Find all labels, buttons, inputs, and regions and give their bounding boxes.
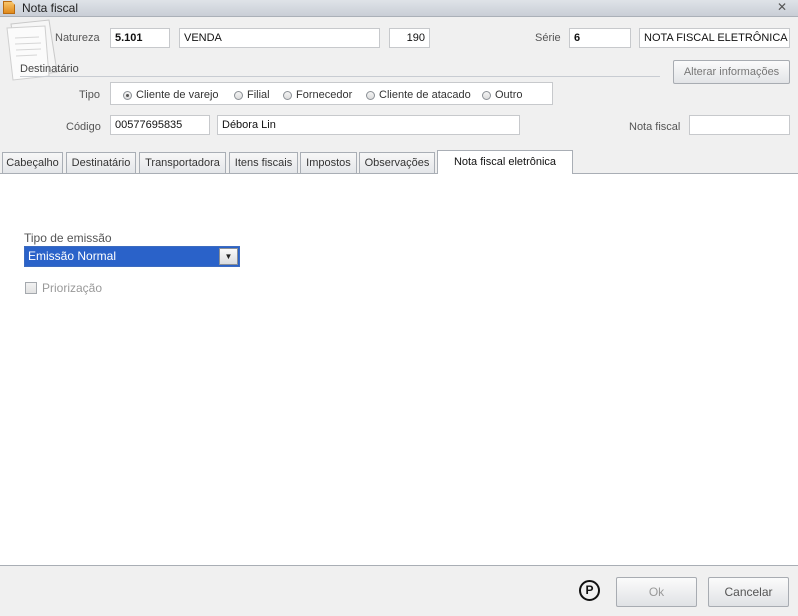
tab-label: Observações (364, 157, 430, 169)
tab-itens-fiscais[interactable]: Itens fiscais (229, 152, 298, 173)
radio-label: Outro (495, 89, 523, 101)
radio-icon (366, 90, 375, 100)
natureza-code-field[interactable]: 5.101 (110, 28, 170, 48)
cancel-label: Cancelar (724, 585, 773, 599)
tipo-radio-group: Cliente de varejo Filial Fornecedor Clie… (110, 82, 553, 105)
chevron-down-icon[interactable]: ▼ (219, 248, 238, 265)
p-badge-icon: P (579, 580, 600, 601)
tab-label: Nota fiscal eletrônica (453, 156, 557, 168)
tab-destinatario[interactable]: Destinatário (66, 152, 136, 173)
title-bar (0, 0, 798, 17)
serie-description-field[interactable]: NOTA FISCAL ELETRÔNICA (639, 28, 790, 48)
tab-observacoes[interactable]: Observações (359, 152, 435, 173)
destinatario-name-field[interactable]: Débora Lin (217, 115, 520, 135)
nota-fiscal-label: Nota fiscal (629, 121, 681, 133)
tab-nota-fiscal-eletronica[interactable]: Nota fiscal eletrônica (437, 150, 573, 174)
tab-cabecalho[interactable]: Cabeçalho (2, 152, 63, 173)
radio-fornecedor[interactable]: Fornecedor (283, 89, 352, 101)
codigo-field[interactable]: 00577695835 (110, 115, 210, 135)
section-divider (20, 76, 660, 77)
radio-label: Fornecedor (296, 89, 353, 101)
radio-cliente-atacado[interactable]: Cliente de atacado (366, 89, 471, 101)
window-title: Nota fiscal (22, 1, 79, 15)
tab-label: Impostos (306, 157, 351, 169)
ok-label: Ok (648, 585, 665, 599)
close-button[interactable]: ✕ (768, 0, 796, 15)
alterar-informacoes-label: Alterar informações (683, 66, 780, 78)
radio-icon (283, 90, 292, 100)
tab-label: Transportadora (145, 157, 220, 169)
radio-icon (482, 90, 491, 100)
natureza-number-field[interactable]: 190 (389, 28, 430, 48)
radio-label: Cliente de varejo (136, 89, 219, 101)
serie-number-field[interactable]: 6 (569, 28, 631, 48)
tab-content-panel (0, 173, 798, 566)
tab-impostos[interactable]: Impostos (300, 152, 357, 173)
radio-checked-icon (123, 90, 132, 100)
radio-label: Cliente de atacado (379, 89, 471, 101)
tipo-emissao-label: Tipo de emissão (24, 231, 112, 245)
ok-button[interactable]: Ok (616, 577, 697, 607)
alterar-informacoes-button[interactable]: Alterar informações (673, 60, 790, 84)
radio-cliente-varejo[interactable]: Cliente de varejo (123, 89, 219, 101)
radio-label: Filial (247, 89, 270, 101)
tipo-emissao-select[interactable]: Emissão Normal (24, 246, 240, 267)
codigo-label: Código (66, 121, 101, 133)
tipo-label: Tipo (79, 89, 100, 101)
tab-label: Destinatário (71, 157, 131, 169)
radio-icon (234, 90, 243, 100)
tab-label: Itens fiscais (234, 157, 293, 169)
serie-label: Série (535, 32, 561, 44)
priorizacao-label: Priorização (42, 281, 103, 295)
priorizacao-checkbox[interactable] (25, 282, 37, 294)
cancel-button[interactable]: Cancelar (708, 577, 789, 607)
document-icon (3, 1, 15, 14)
tab-transportadora[interactable]: Transportadora (139, 152, 226, 173)
nota-fiscal-field[interactable] (689, 115, 790, 135)
natureza-label: Natureza (55, 32, 100, 44)
tab-label: Cabeçalho (6, 157, 59, 169)
destinatario-section-title: Destinatário (20, 63, 79, 75)
natureza-description-field[interactable]: VENDA (179, 28, 380, 48)
radio-outro[interactable]: Outro (482, 89, 523, 101)
radio-filial[interactable]: Filial (234, 89, 270, 101)
